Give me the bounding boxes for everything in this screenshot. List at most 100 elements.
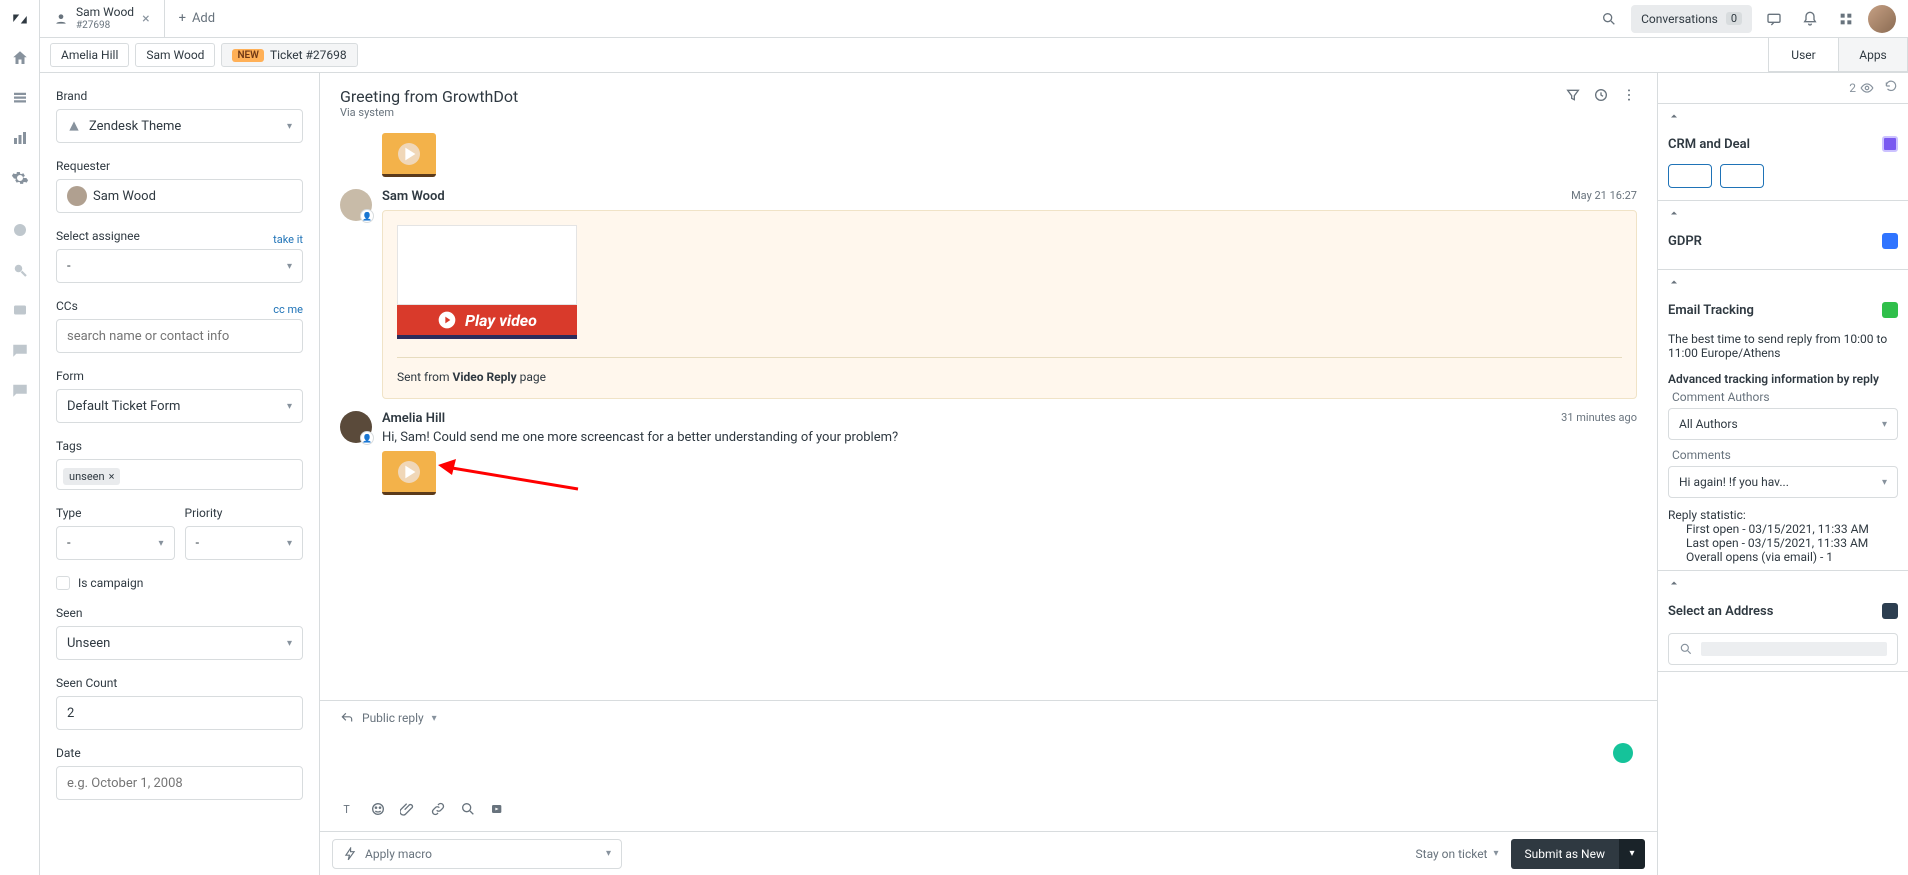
seen-label: Seen [56, 606, 303, 620]
chat-button[interactable] [1760, 5, 1788, 33]
message-author: Sam Wood [382, 189, 445, 204]
address-search[interactable] [1668, 633, 1898, 665]
link-button[interactable] [430, 801, 446, 821]
submit-dropdown-button[interactable]: ▾ [1619, 839, 1645, 869]
checkbox-box [56, 576, 70, 590]
video-reply-link[interactable]: Video Reply [452, 370, 516, 384]
take-it-link[interactable]: take it [273, 233, 303, 246]
seen-count-input[interactable]: 2 [56, 696, 303, 730]
apps-panel-tab[interactable]: Apps [1838, 38, 1908, 72]
video-thumbnail[interactable] [382, 451, 436, 495]
screenshot-thumbnail[interactable] [397, 225, 577, 305]
history-icon[interactable] [1593, 87, 1609, 107]
date-input[interactable] [56, 766, 303, 800]
reply-mode-label[interactable]: Public reply [362, 711, 424, 725]
comments-label: Comments [1658, 444, 1908, 462]
reply-box: Public reply ▾ T [320, 700, 1657, 831]
notifications-button[interactable] [1796, 5, 1824, 33]
app-title: CRM and Deal [1668, 137, 1750, 152]
crm-action-2[interactable] [1720, 164, 1764, 188]
reply-textarea[interactable] [320, 735, 1657, 795]
stats-heading: Reply statistic: [1668, 508, 1898, 522]
grammarly-icon[interactable] [1613, 743, 1633, 763]
search-kb-button[interactable] [460, 801, 476, 821]
user-tab-amelia[interactable]: Amelia Hill [50, 43, 129, 67]
tag-chip[interactable]: unseen × [63, 468, 120, 485]
submit-button[interactable]: Submit as New [1511, 839, 1619, 869]
chevron-up-icon [1668, 276, 1680, 288]
conversations-count: 0 [1726, 12, 1742, 25]
close-icon[interactable]: × [142, 11, 149, 27]
refresh-apps-button[interactable] [1884, 79, 1898, 97]
app-icon-1[interactable] [0, 210, 39, 250]
profile-avatar[interactable] [1868, 5, 1896, 33]
filter-icon[interactable] [1565, 87, 1581, 107]
app-title: Email Tracking [1668, 303, 1754, 318]
form-select[interactable]: Default Ticket Form ▾ [56, 389, 303, 423]
app-icon-5[interactable] [0, 370, 39, 410]
user-panel-tab[interactable]: User [1768, 38, 1838, 72]
app-icon-3[interactable] [0, 290, 39, 330]
reports-icon[interactable] [0, 118, 39, 158]
date-field[interactable] [67, 776, 292, 791]
user-icon [54, 12, 68, 26]
play-circle-icon [437, 310, 457, 330]
brand-select[interactable]: Zendesk Theme ▾ [56, 109, 303, 143]
attachment-button[interactable] [400, 801, 416, 821]
app-badge-icon [1882, 603, 1898, 619]
type-value: - [67, 536, 71, 551]
type-select[interactable]: - ▾ [56, 526, 175, 560]
remove-tag-icon[interactable]: × [109, 470, 115, 483]
ticket-subtab[interactable]: NEW Ticket #27698 [221, 43, 357, 67]
chevron-down-icon: ▾ [287, 538, 292, 549]
campaign-checkbox[interactable]: Is campaign [56, 576, 303, 590]
crm-action-1[interactable] [1668, 164, 1712, 188]
collapse-toggle[interactable] [1658, 270, 1908, 294]
settings-icon[interactable] [0, 158, 39, 198]
apply-macro-select[interactable]: Apply macro ▾ [332, 839, 622, 869]
ticket-tab[interactable]: Sam Wood #27698 × [40, 0, 165, 37]
requester-select[interactable]: Sam Wood [56, 179, 303, 213]
apps-menu-button[interactable] [1832, 5, 1860, 33]
app-icon-4[interactable] [0, 330, 39, 370]
app-icon-2[interactable] [0, 250, 39, 290]
add-tab-button[interactable]: + Add [165, 0, 230, 37]
tab-subtitle: #27698 [76, 20, 134, 31]
collapse-toggle[interactable] [1658, 104, 1908, 128]
priority-select[interactable]: - ▾ [185, 526, 304, 560]
emoji-button[interactable] [370, 801, 386, 821]
user-tab-sam[interactable]: Sam Wood [135, 43, 215, 67]
comments-select[interactable]: Hi again! !f you hav... ▾ [1668, 466, 1898, 498]
ccs-input[interactable] [56, 319, 303, 353]
collapse-toggle[interactable] [1658, 201, 1908, 225]
form-label: Form [56, 369, 303, 383]
cc-me-link[interactable]: cc me [273, 303, 303, 316]
search-button[interactable] [1595, 5, 1623, 33]
video-thumbnail[interactable] [382, 133, 436, 177]
tags-label: Tags [56, 439, 303, 453]
conversations-button[interactable]: Conversations 0 [1631, 5, 1752, 33]
lightning-icon [343, 847, 357, 861]
overall-opens: Overall opens (via email) - 1 [1668, 550, 1898, 564]
video-reply-button[interactable] [490, 801, 506, 821]
home-icon[interactable] [0, 38, 39, 78]
chevron-down-icon: ▾ [1882, 419, 1887, 430]
text-format-button[interactable]: T [340, 801, 356, 821]
chevron-down-icon: ▾ [287, 121, 292, 132]
ccs-field[interactable] [67, 329, 292, 344]
views-icon[interactable] [0, 78, 39, 118]
authors-select[interactable]: All Authors ▾ [1668, 408, 1898, 440]
ccs-label: CCs [56, 299, 78, 313]
zendesk-logo[interactable] [0, 0, 39, 38]
more-icon[interactable] [1621, 87, 1637, 107]
assignee-select[interactable]: - ▾ [56, 249, 303, 283]
seen-select[interactable]: Unseen ▾ [56, 626, 303, 660]
chevron-down-icon[interactable]: ▾ [432, 713, 437, 724]
stay-on-ticket-button[interactable]: Stay on ticket ▾ [1416, 847, 1499, 861]
tag-label: unseen [69, 470, 105, 483]
play-video-button[interactable]: Play video [397, 305, 577, 335]
chat-icon [1766, 11, 1782, 27]
tags-input[interactable]: unseen × [56, 459, 303, 490]
collapse-toggle[interactable] [1658, 571, 1908, 595]
app-email-tracking: Email Tracking The best time to send rep… [1658, 269, 1908, 571]
